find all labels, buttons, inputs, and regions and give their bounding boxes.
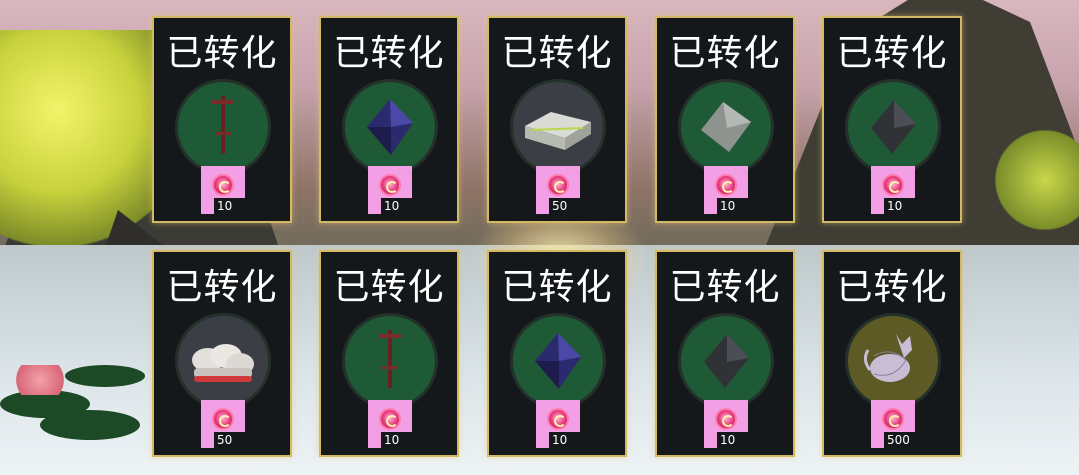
status-label: 已转化 (333, 33, 445, 74)
item-circle (681, 82, 771, 172)
item-circle (178, 82, 268, 172)
price-value: 10 (717, 198, 757, 214)
pink-gem-icon (212, 174, 234, 196)
item-card[interactable]: 已转化 10 (152, 16, 292, 223)
blue-crystal-icon (367, 99, 413, 155)
price-value: 10 (549, 432, 589, 448)
item-circle (681, 316, 771, 406)
status-label: 已转化 (836, 33, 948, 74)
sword-icon (212, 96, 234, 154)
price-tag: 10 (871, 166, 924, 214)
item-card[interactable]: 已转化 50 (487, 16, 627, 223)
item-circle (178, 316, 268, 406)
trees-right (990, 120, 1079, 240)
status-label: 已转化 (166, 267, 278, 308)
status-label: 已转化 (166, 33, 278, 74)
price-tag: 10 (704, 166, 757, 214)
item-card[interactable]: 已转化 10 (655, 16, 795, 223)
lotus-pad (65, 365, 145, 387)
item-circle (513, 82, 603, 172)
item-card[interactable]: 已转化 10 (822, 16, 962, 223)
bed-icon (525, 112, 591, 150)
pink-gem-icon (715, 408, 737, 430)
status-label: 已转化 (501, 33, 613, 74)
lotus-flower (10, 365, 70, 395)
price-tag: 10 (201, 166, 254, 214)
price-value: 500 (884, 432, 924, 448)
item-circle (513, 316, 603, 406)
pink-gem-icon (212, 408, 234, 430)
pink-gem-icon (882, 408, 904, 430)
status-label: 已转化 (669, 33, 781, 74)
price-value: 10 (381, 432, 421, 448)
lotus-pad (40, 410, 140, 440)
blue-crystal-icon (535, 333, 581, 389)
pink-gem-icon (715, 174, 737, 196)
item-circle (848, 316, 938, 406)
dark-crystal-icon (704, 334, 749, 388)
pink-gem-icon (379, 174, 401, 196)
pink-gem-icon (882, 174, 904, 196)
price-value: 50 (549, 198, 589, 214)
price-value: 10 (884, 198, 924, 214)
price-value: 10 (381, 198, 421, 214)
price-tag: 10 (536, 400, 589, 448)
sword-icon (379, 330, 401, 388)
dark-crystal-icon (871, 100, 916, 154)
item-card[interactable]: 已转化 500 (822, 250, 962, 457)
item-circle (345, 82, 435, 172)
price-tag: 50 (201, 400, 254, 448)
item-card[interactable]: 已转化 50 (152, 250, 292, 457)
price-tag: 50 (536, 166, 589, 214)
price-tag: 10 (704, 400, 757, 448)
game-scene: 已转化 10 已转化 10 已转化 50 已转化 10 已转化 10 已转化 5… (0, 0, 1079, 475)
price-tag: 10 (368, 166, 421, 214)
item-card[interactable]: 已转化 10 (487, 250, 627, 457)
price-value: 10 (214, 198, 254, 214)
status-label: 已转化 (333, 267, 445, 308)
price-tag: 10 (368, 400, 421, 448)
item-circle (848, 82, 938, 172)
price-tag: 500 (871, 400, 924, 448)
item-card[interactable]: 已转化 10 (319, 250, 459, 457)
item-circle (345, 316, 435, 406)
gray-crystal-icon (701, 102, 751, 152)
status-label: 已转化 (501, 267, 613, 308)
item-card[interactable]: 已转化 10 (319, 16, 459, 223)
price-value: 10 (717, 432, 757, 448)
status-label: 已转化 (836, 267, 948, 308)
cushion-icon (192, 344, 254, 382)
pink-gem-icon (547, 408, 569, 430)
pink-gem-icon (547, 174, 569, 196)
item-card[interactable]: 已转化 10 (655, 250, 795, 457)
cat-icon (863, 334, 912, 382)
pink-gem-icon (379, 408, 401, 430)
status-label: 已转化 (669, 267, 781, 308)
price-value: 50 (214, 432, 254, 448)
